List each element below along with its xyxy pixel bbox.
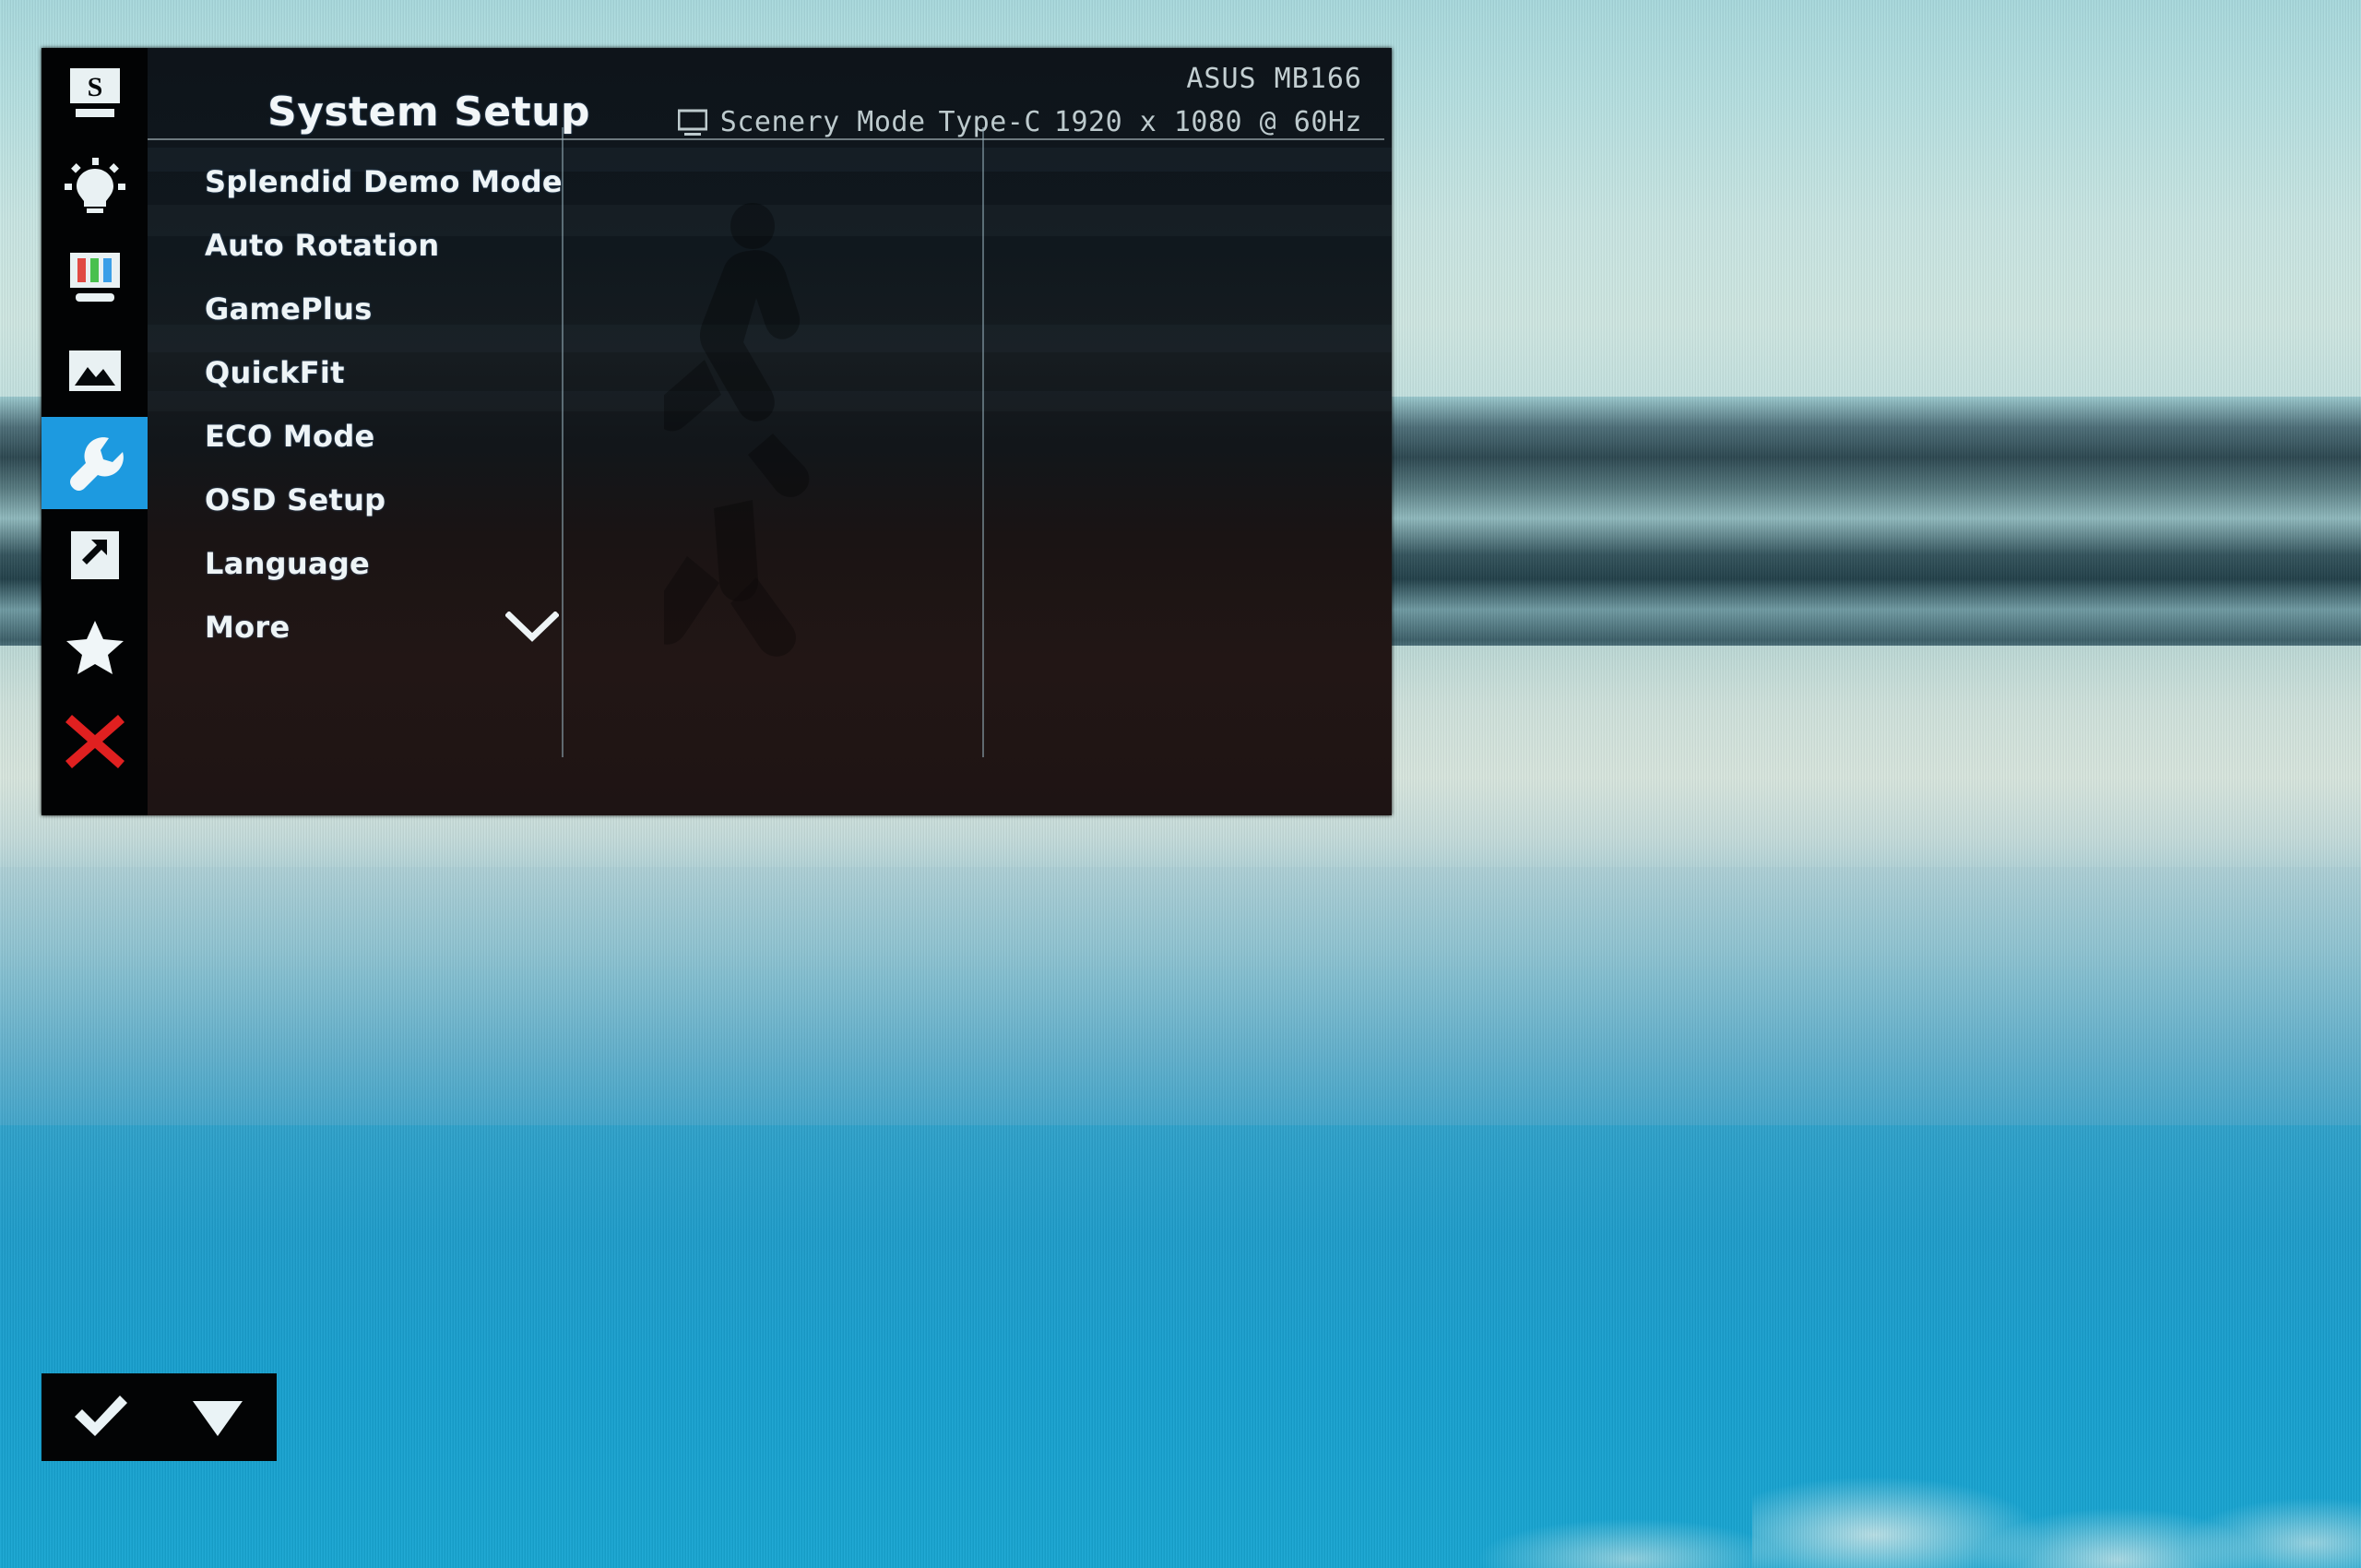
splendid-monitor-s-icon: S	[66, 66, 124, 122]
chevron-down-icon	[505, 611, 559, 643]
menu-item-label: QuickFit	[205, 354, 345, 390]
menu-item-quickfit[interactable]: QuickFit	[148, 340, 1392, 404]
menu-item-eco-mode[interactable]: ECO Mode	[148, 404, 1392, 468]
sidebar-item-input-select[interactable]	[42, 509, 148, 601]
resolution-value: 1920 x 1080 @ 60Hz	[1053, 106, 1362, 138]
menu-item-label: OSD Setup	[205, 481, 386, 517]
sidebar-item-blue-light-filter[interactable]	[42, 140, 148, 232]
menu-item-auto-rotation[interactable]: Auto Rotation	[148, 213, 1392, 277]
sidebar-item-color[interactable]	[42, 232, 148, 325]
next-button[interactable]	[159, 1373, 276, 1461]
status-bar: ASUS MB166 Scenery Mode Type-C 1920 x 10…	[677, 63, 1362, 138]
header-divider	[148, 138, 1384, 140]
menu-item-splendid-demo-mode[interactable]: Splendid Demo Mode	[148, 149, 1392, 213]
background-wet-sand	[0, 867, 2361, 1144]
menu-item-label: Language	[205, 545, 371, 581]
osd-control-bar	[42, 1373, 277, 1461]
star-icon	[65, 619, 125, 676]
menu-item-osd-setup[interactable]: OSD Setup	[148, 468, 1392, 531]
confirm-button[interactable]	[42, 1373, 159, 1461]
osd-header: System Setup ASUS MB166 Scenery Mode Typ…	[148, 48, 1392, 140]
sidebar-item-system-setup[interactable]	[42, 417, 148, 509]
menu-item-label: GamePlus	[205, 291, 373, 327]
osd-sidebar: S	[42, 48, 148, 815]
input-source-value: Type-C	[938, 106, 1041, 138]
status-mode-line: Scenery Mode Type-C 1920 x 1080 @ 60Hz	[677, 106, 1362, 138]
background-foam-secondary	[1439, 1476, 1918, 1568]
monitor-screen: S System Setup ASUS MB166 Scenery Mode T…	[0, 0, 2361, 1568]
wrench-icon	[65, 434, 125, 492]
sidebar-item-exit[interactable]	[42, 694, 148, 786]
sidebar-item-splendid[interactable]: S	[42, 48, 148, 140]
picture-mountain-icon	[66, 348, 124, 394]
device-model: ASUS MB166	[1186, 63, 1362, 95]
osd-main-panel: System Setup ASUS MB166 Scenery Mode Typ…	[148, 48, 1392, 815]
triangle-down-icon	[191, 1397, 244, 1438]
menu-item-gameplus[interactable]: GamePlus	[148, 277, 1392, 340]
sidebar-item-shortcut[interactable]	[42, 601, 148, 694]
menu-item-label: More	[205, 609, 291, 645]
check-icon	[70, 1394, 131, 1442]
close-x-icon	[65, 711, 125, 768]
osd-menu-list: Splendid Demo Mode Auto Rotation GamePlu…	[148, 149, 1392, 659]
page-title: System Setup	[267, 89, 590, 136]
svg-text:S: S	[87, 72, 102, 102]
menu-item-label: Splendid Demo Mode	[205, 163, 563, 199]
color-bars-icon	[66, 251, 124, 306]
menu-item-more[interactable]: More	[148, 595, 1392, 659]
lightbulb-icon	[64, 158, 125, 215]
sidebar-item-image[interactable]	[42, 325, 148, 417]
menu-item-label: Auto Rotation	[205, 227, 440, 263]
arrow-in-box-icon	[68, 529, 122, 582]
menu-item-language[interactable]: Language	[148, 531, 1392, 595]
menu-item-label: ECO Mode	[205, 418, 375, 454]
monitor-icon	[677, 109, 707, 137]
osd-window: S System Setup ASUS MB166 Scenery Mode T…	[42, 48, 1392, 815]
picture-mode-value: Scenery Mode	[719, 106, 926, 138]
